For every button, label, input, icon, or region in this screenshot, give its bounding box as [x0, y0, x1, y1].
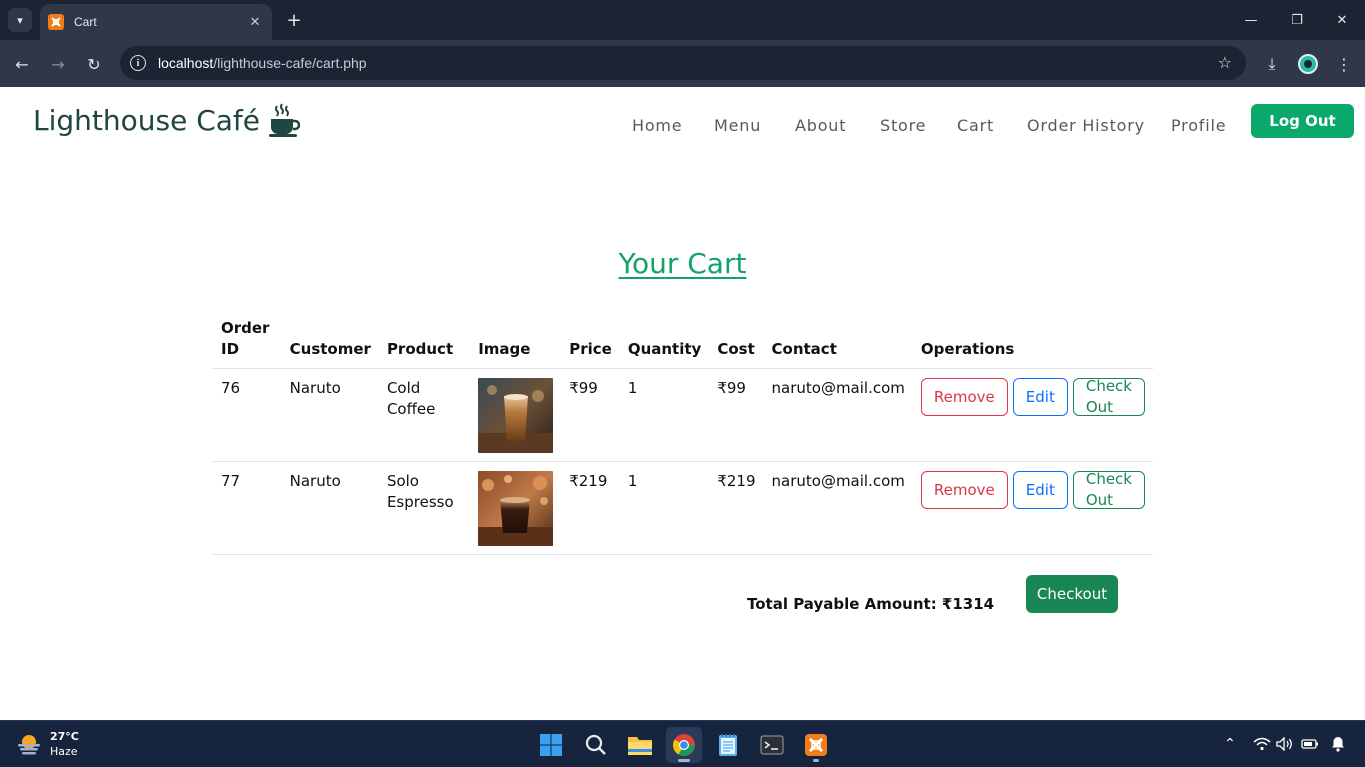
- header-quantity: Quantity: [619, 316, 710, 369]
- search-icon[interactable]: [578, 727, 614, 763]
- chrome-icon[interactable]: [666, 727, 702, 763]
- total-payable: Total Payable Amount: ₹1314: [747, 595, 995, 613]
- header-contact: Contact: [763, 316, 913, 369]
- windows-taskbar: 27°C Haze ⌃: [0, 720, 1365, 767]
- table-row: 76 Naruto Cold Coffee ₹99 1 ₹99 naruto@m…: [213, 368, 1153, 462]
- browser-toolbar: ← → ↻ i localhost/lighthouse-cafe/cart.p…: [0, 40, 1365, 87]
- url-path: /lighthouse-cafe/cart.php: [213, 55, 367, 71]
- minimize-icon[interactable]: —: [1239, 8, 1263, 32]
- cell-cost: ₹99: [709, 368, 764, 462]
- cell-price: ₹219: [561, 461, 620, 555]
- cell-order-id: 77: [213, 461, 282, 555]
- reload-icon[interactable]: ↻: [82, 52, 106, 76]
- nav-cart[interactable]: Cart: [957, 116, 994, 135]
- cell-operations: Remove Edit Check Out: [912, 461, 1153, 555]
- address-bar[interactable]: i localhost/lighthouse-cafe/cart.php ☆: [120, 46, 1246, 80]
- window-close-icon[interactable]: ✕: [1330, 8, 1354, 32]
- cell-image: [470, 461, 562, 555]
- coffee-cup-icon: [269, 103, 301, 137]
- logout-button[interactable]: Log Out: [1251, 104, 1354, 138]
- solo-espresso-photo: [478, 471, 554, 546]
- remove-button[interactable]: Remove: [920, 471, 1008, 509]
- haze-weather-icon: [18, 735, 40, 755]
- cart-title-text: Your Cart: [618, 247, 747, 280]
- browser-tab-cart[interactable]: Cart ✕: [40, 4, 272, 40]
- cell-image: [470, 368, 562, 462]
- tray-overflow-chevron-icon[interactable]: ⌃: [1220, 734, 1240, 754]
- cell-price: ₹99: [561, 368, 620, 462]
- url-host: localhost: [158, 55, 214, 71]
- header-customer: Customer: [281, 316, 379, 369]
- edit-button[interactable]: Edit: [1012, 378, 1068, 416]
- volume-icon[interactable]: [1275, 734, 1295, 754]
- cell-order-id: 76: [213, 368, 282, 462]
- brand-logo[interactable]: Lighthouse Café: [33, 103, 301, 137]
- cell-product: Solo Espresso: [378, 461, 471, 555]
- page-title: Your Cart: [0, 247, 1365, 280]
- download-icon[interactable]: ⤓: [1260, 52, 1284, 76]
- profile-avatar-icon[interactable]: [1296, 52, 1320, 76]
- tab-search-icon[interactable]: ▾: [8, 8, 32, 32]
- check-out-button[interactable]: Check Out: [1072, 377, 1145, 416]
- cell-quantity: 1: [619, 368, 710, 462]
- page-content: Lighthouse Café Home Menu About Store Ca…: [0, 87, 1365, 720]
- weather-temperature: 27°C: [50, 730, 79, 743]
- cell-quantity: 1: [619, 461, 710, 555]
- forward-arrow-icon[interactable]: →: [46, 52, 70, 76]
- remove-button[interactable]: Remove: [920, 378, 1008, 416]
- browser-menu-icon[interactable]: ⋮: [1332, 52, 1356, 76]
- header-price: Price: [561, 316, 620, 369]
- nav-home[interactable]: Home: [632, 116, 682, 135]
- header-order-id: Order ID: [213, 316, 282, 369]
- edit-button[interactable]: Edit: [1012, 471, 1068, 509]
- cart-table: Order ID Customer Product Image Price Qu…: [213, 316, 1153, 555]
- terminal-icon[interactable]: [754, 727, 790, 763]
- nav-profile[interactable]: Profile: [1171, 116, 1226, 135]
- header-cost: Cost: [709, 316, 764, 369]
- tab-close-icon[interactable]: ✕: [246, 15, 264, 30]
- tab-title: Cart: [74, 15, 97, 29]
- brand-name: Lighthouse Café: [33, 103, 261, 137]
- cell-customer: Naruto: [281, 368, 379, 462]
- site-info-icon[interactable]: i: [130, 55, 146, 71]
- table-header-row: Order ID Customer Product Image Price Qu…: [213, 316, 1153, 369]
- cell-customer: Naruto: [281, 461, 379, 555]
- cold-coffee-photo: [478, 378, 554, 453]
- header-product: Product: [378, 316, 471, 369]
- browser-tab-bar: ▾ Cart ✕ + — ❐ ✕: [0, 0, 1365, 40]
- nav-order-history[interactable]: Order History: [1027, 116, 1145, 135]
- wifi-icon[interactable]: [1252, 734, 1272, 754]
- xampp-icon[interactable]: [798, 727, 834, 763]
- notepad-icon[interactable]: [710, 727, 746, 763]
- table-row: 77 Naruto Solo Espresso ₹219 1 ₹219 naru…: [213, 461, 1153, 555]
- nav-about[interactable]: About: [795, 116, 846, 135]
- address-url[interactable]: localhost/lighthouse-cafe/cart.php: [158, 55, 367, 71]
- file-explorer-icon[interactable]: [622, 727, 658, 763]
- checkout-button[interactable]: Checkout: [1026, 575, 1118, 613]
- bookmark-star-icon[interactable]: ☆: [1218, 53, 1232, 72]
- xampp-favicon-icon: [48, 14, 64, 30]
- restore-icon[interactable]: ❐: [1285, 8, 1309, 32]
- weather-condition: Haze: [50, 745, 78, 758]
- header-image: Image: [470, 316, 562, 369]
- cell-product: Cold Coffee: [378, 368, 471, 462]
- windows-start-icon[interactable]: [533, 727, 569, 763]
- weather-widget[interactable]: 27°C Haze: [16, 729, 79, 759]
- nav-store[interactable]: Store: [880, 116, 926, 135]
- check-out-button[interactable]: Check Out: [1072, 470, 1145, 509]
- battery-icon[interactable]: [1300, 734, 1320, 754]
- notification-bell-icon[interactable]: [1328, 734, 1348, 754]
- new-tab-icon[interactable]: +: [282, 8, 306, 32]
- cell-cost: ₹219: [709, 461, 764, 555]
- cell-contact: naruto@mail.com: [763, 368, 913, 462]
- cell-operations: Remove Edit Check Out: [912, 368, 1153, 462]
- nav-menu[interactable]: Menu: [714, 116, 761, 135]
- header-operations: Operations: [912, 316, 1153, 369]
- back-arrow-icon[interactable]: ←: [10, 52, 34, 76]
- cell-contact: naruto@mail.com: [763, 461, 913, 555]
